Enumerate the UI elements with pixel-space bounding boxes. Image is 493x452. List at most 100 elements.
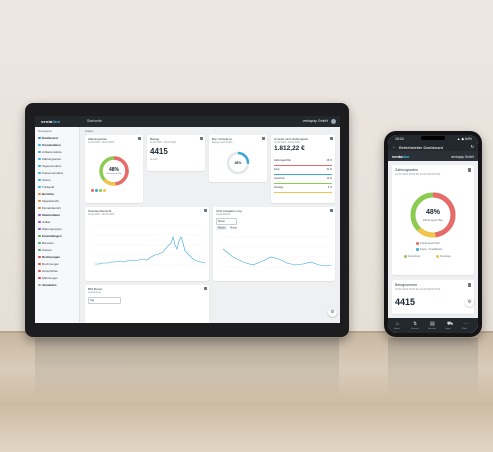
sidebar-item-mahnungen[interactable]: Mahnungen (35, 274, 79, 281)
card-menu-icon[interactable] (204, 287, 207, 290)
bons-period-select[interactable]: Tag (88, 297, 121, 304)
sidebar-item-einstellungen[interactable]: Einstellungen (35, 232, 79, 239)
umsatz-row-value: 9 % (327, 186, 332, 189)
phone-reflection (388, 338, 478, 398)
sidebar-item-kassenumsätze[interactable]: Kassenumsätze (35, 169, 79, 176)
legend-dot (416, 241, 419, 245)
card-bild-boxen: Bild Boxen Auswertung Tag (85, 285, 209, 323)
sidebar-item-abmelden[interactable]: Abmelden (35, 281, 79, 288)
nav-label: Berichte (428, 328, 437, 330)
nav-label: Umsatz (411, 328, 419, 330)
sidebar-item-zahlungsarten[interactable]: Zahlungsarten (35, 155, 79, 162)
card-subtitle: 01.02.2023 - 28.02.2023 (274, 140, 301, 144)
top-menu-link[interactable]: Startseite (87, 119, 102, 123)
sidebar-item-dashboard[interactable]: Dashboard (35, 134, 79, 141)
umsatz-row-value: 12 % (326, 177, 332, 180)
umsatz-row-value: 31 % (326, 168, 332, 171)
card-menu-icon[interactable] (330, 137, 333, 140)
tablet-reflection (35, 338, 339, 398)
sidebar: Navigation Dashboard Umsatzdaten Artikelum… (35, 127, 80, 323)
phone-card-zahlungsarten: Zahlungsarten 01.02.2023 00:00 bis 01.03… (392, 165, 474, 275)
line-chart-stunden (95, 224, 206, 266)
tablet-device: ventaline Startseite ventapay GmbH Navig… (25, 103, 349, 337)
sidebar-item-trinkgeld[interactable]: Trinkgeld (35, 183, 79, 190)
brand-logo[interactable]: ventaline (392, 154, 409, 159)
sidebar-item-rechnungen[interactable]: Rechnungen (35, 260, 79, 267)
card-subtitle: Auswertung (88, 290, 101, 294)
umsatz-row: Gutschein 12 % (274, 177, 332, 184)
gauge-percent: 26% (234, 161, 242, 165)
settings-fab-icon[interactable]: ⚙ (465, 298, 474, 307)
sidebar-item-monatsbericht[interactable]: Monatsbericht (35, 204, 79, 211)
card-umsatz: Umsatz nach Zahlungsart 01.02.2023 - 28.… (271, 135, 335, 203)
umsatz-row-label: Karte (274, 168, 280, 171)
gauge-chart (226, 151, 250, 175)
sidebar-section-label: Navigation (38, 129, 53, 133)
card-co2: CO2 Ausgabe in kg Umweltbilanz Monat Woc… (213, 207, 335, 281)
sidebar-item-warengruppen[interactable]: Warengruppen (35, 225, 79, 232)
legend-dot (436, 254, 439, 258)
donut-percent: 48% (425, 209, 440, 216)
sidebar-item-artikel[interactable]: Artikel (35, 218, 79, 225)
nav-mehr-icon[interactable]: ⋯ (464, 321, 469, 327)
phone-page-title: Betriebsleiter Dashboard (399, 144, 444, 150)
phone-title-bar: ← Betriebsleiter Dashboard ↻ (388, 142, 478, 151)
sidebar-item-artikelumsätze[interactable]: Artikelumsätze (35, 148, 79, 155)
nav-berichte-icon[interactable]: ▤ (430, 321, 435, 327)
camera-notch (421, 136, 445, 140)
sidebar-item-kassen[interactable]: Kassen (35, 246, 79, 253)
company-selector[interactable]: ventapay GmbH (451, 155, 474, 159)
sidebar-item-berichte[interactable]: Berichte (35, 190, 79, 197)
umsatz-row-label: Zahlungsart Bar (274, 159, 292, 162)
umsatz-row: Karte 31 % (274, 168, 332, 175)
phone-bottom-nav: ⌂ Home ⇅ Umsatz ▤ Berichte ⛟ Lager ⋯ Mehr (388, 318, 478, 333)
status-time: 15:24 (395, 136, 404, 141)
sidebar-item-tagesbericht[interactable]: Tagesbericht (35, 197, 79, 204)
card-menu-icon[interactable] (200, 137, 203, 140)
umsatz-row: Zahlungsart Bar 48 % (274, 159, 332, 166)
brand-logo[interactable]: ventaline (41, 119, 60, 124)
sidebar-item-benutzer[interactable]: Benutzer (35, 239, 79, 246)
card-menu-icon[interactable] (467, 283, 471, 287)
nav-label: Home (394, 328, 400, 330)
legend-item: Karte / Kreditkarte (416, 247, 443, 251)
card-title: Belegnummer (395, 283, 418, 287)
tablet-screen: ventaline Startseite ventapay GmbH Navig… (35, 116, 340, 323)
donut-center-label: Zahlungsart Bar (423, 218, 443, 222)
settings-fab-icon[interactable]: ⚙ (328, 308, 337, 317)
umsatz-row-label: Sonstige (274, 186, 284, 189)
phone-screen: 15:24 ▲ ◆ 64% ← Betriebsleiter Dashboard… (388, 135, 478, 333)
legend-item: Sonstige (436, 254, 451, 258)
card-belege: Belege 01.02.2023 - 28.02.2023 4415 Anza… (147, 135, 205, 171)
donut-center-label: Zahlungsart Bar (106, 173, 122, 175)
nav-label: Lager (445, 328, 451, 330)
legend-item: Gutschein (404, 254, 421, 258)
card-stunden: Stundenübersicht 01.02.2023 - 28.02.2023 (85, 207, 209, 281)
status-icons: ▲ ◆ 64% (456, 136, 472, 141)
belegnummer-value: 4415 (395, 297, 416, 307)
nav-lager-icon[interactable]: ⛟ (447, 321, 453, 328)
sidebar-item-rechnungen[interactable]: Rechnungen (35, 253, 79, 260)
sidebar-item-gutschriften[interactable]: Gutschriften (35, 267, 79, 274)
umsatz-row-value: 48 % (326, 159, 332, 162)
umsatz-row-label: Gutschein (274, 177, 285, 180)
nav-label: Mehr (462, 328, 467, 330)
sidebar-item-umsatzdaten[interactable]: Umsatzdaten (35, 141, 79, 148)
belege-value: 4415 (150, 147, 168, 156)
nav-umsatz-icon[interactable]: ⇅ (413, 321, 417, 327)
refresh-icon[interactable]: ↻ (471, 144, 474, 149)
sidebar-item-tagesumsätze[interactable]: Tagesumsätze (35, 162, 79, 169)
legend-dot (404, 254, 407, 258)
legend-item: Zahlungsart Bar (416, 241, 440, 245)
nav-home-icon[interactable]: ⌂ (396, 321, 399, 327)
sidebar-item-storno[interactable]: Storno (35, 176, 79, 183)
belege-note: Anzahl (150, 158, 158, 161)
back-arrow-icon[interactable]: ← (392, 144, 396, 149)
sidebar-item-stammdaten[interactable]: Stammdaten (35, 211, 79, 218)
umsatz-row: Sonstige 9 % (274, 186, 332, 193)
line-chart-co2 (222, 236, 332, 268)
company-selector[interactable]: ventapay GmbH (303, 119, 328, 123)
tablet-top-bar: ventaline Startseite ventapay GmbH (35, 116, 340, 127)
card-zahlungsarten: Zahlungsarten 01.02.2023 - 28.02.2023 48… (85, 135, 143, 203)
user-icon[interactable] (331, 119, 336, 124)
